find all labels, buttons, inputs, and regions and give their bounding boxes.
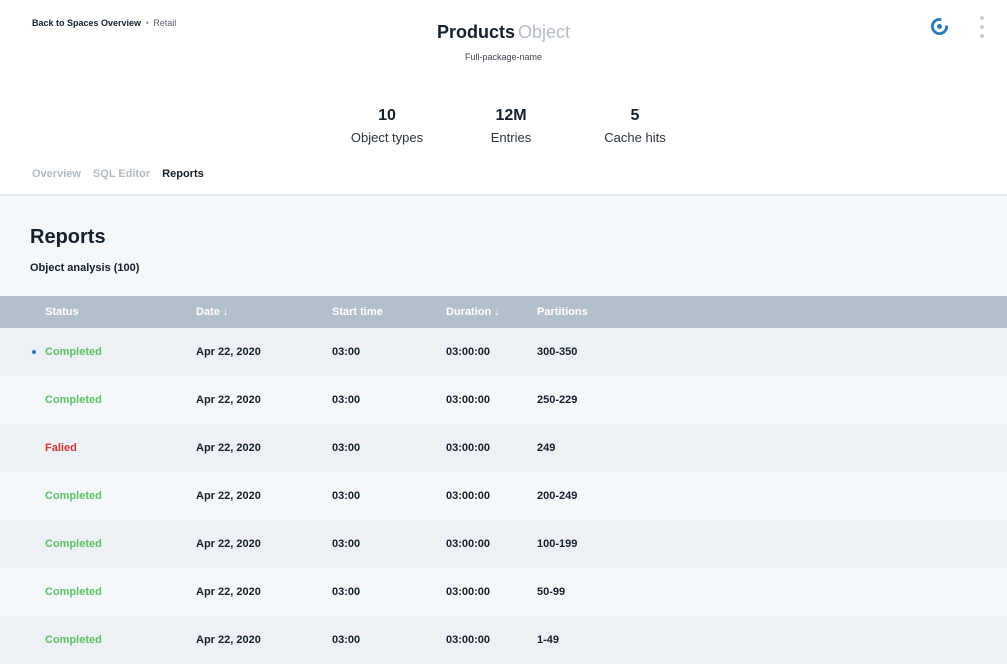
page-title: Products Object: [0, 22, 1007, 43]
app-logo-icon[interactable]: [930, 17, 949, 36]
duration-cell: 03:00:00: [446, 346, 491, 358]
header-panel: Back to Spaces Overview • Retail Product…: [0, 0, 1007, 196]
stat-object-types: 10 Object types: [322, 107, 452, 145]
reports-heading: Reports: [30, 226, 106, 248]
partitions-cell: 50-99: [537, 586, 566, 598]
column-partitions[interactable]: Partitions: [537, 296, 588, 328]
duration-cell: 03:00:00: [446, 490, 491, 502]
more-dot: [980, 16, 984, 20]
column-start-time[interactable]: Start time: [332, 296, 383, 328]
more-dot: [980, 25, 984, 29]
duration-cell: 03:00:00: [446, 586, 491, 598]
duration-cell: 03:00:00: [446, 442, 491, 454]
status-cell: Completed: [45, 394, 102, 406]
package-name: Full-package-name: [464, 52, 543, 62]
start-time-cell: 03:00: [332, 394, 361, 406]
date-cell: Apr 22, 2020: [196, 538, 261, 550]
partitions-cell: 250-229: [537, 394, 578, 406]
start-time-cell: 03:00: [332, 346, 361, 358]
status-cell: Completed: [45, 346, 102, 358]
column-date-sort[interactable]: Date ↓: [196, 296, 228, 328]
stat-label: Object types: [350, 130, 424, 145]
more-dot: [980, 34, 984, 38]
duration-cell: 03:00:00: [446, 538, 491, 550]
stat-value: 12M: [495, 107, 527, 124]
column-status[interactable]: Status: [45, 296, 79, 328]
reports-table-body: Completed Apr 22, 2020 03:00 03:00:00 30…: [0, 328, 1007, 664]
partitions-cell: 200-249: [537, 490, 578, 502]
partitions-cell: 249: [537, 442, 556, 454]
date-cell: Apr 22, 2020: [196, 394, 261, 406]
status-cell: Completed: [45, 490, 102, 502]
tab-bar: Overview SQL Editor Reports: [32, 168, 204, 180]
status-cell: Completed: [45, 538, 102, 550]
table-row[interactable]: Completed Apr 22, 2020 03:00 03:00:00 25…: [0, 376, 1007, 424]
selected-dot-icon: [32, 350, 36, 354]
start-time-cell: 03:00: [332, 586, 361, 598]
table-row[interactable]: Completed Apr 22, 2020 03:00 03:00:00 10…: [0, 520, 1007, 568]
reports-section: Reports Object analysis (100) Status Dat…: [0, 196, 1007, 664]
date-cell: Apr 22, 2020: [196, 442, 261, 454]
stat-label: Cache hits: [604, 130, 666, 145]
object-name: Products: [436, 22, 515, 42]
object-kind: Object: [517, 22, 571, 42]
tab-overview[interactable]: Overview: [32, 168, 81, 180]
tab-sql-editor[interactable]: SQL Editor: [93, 168, 150, 180]
table-row[interactable]: Falied Apr 22, 2020 03:00 03:00:00 249: [0, 424, 1007, 472]
date-cell: Apr 22, 2020: [196, 586, 261, 598]
table-row[interactable]: Completed Apr 22, 2020 03:00 03:00:00 30…: [0, 328, 1007, 376]
stat-value: 5: [630, 107, 640, 124]
start-time-cell: 03:00: [332, 538, 361, 550]
status-cell: Completed: [45, 586, 102, 598]
stat-value: 10: [378, 107, 396, 124]
start-time-cell: 03:00: [332, 442, 361, 454]
partitions-cell: 100-199: [537, 538, 578, 550]
more-vertical-icon[interactable]: [976, 16, 988, 38]
duration-cell: 03:00:00: [446, 394, 491, 406]
partitions-cell: 300-350: [537, 346, 578, 358]
stat-entries: 12M Entries: [446, 107, 576, 145]
status-cell: Falied: [45, 442, 77, 454]
table-row[interactable]: Completed Apr 22, 2020 03:00 03:00:00 20…: [0, 472, 1007, 520]
table-header: Status Date ↓ Start time Duration ↓ Part…: [0, 296, 1007, 328]
tab-reports[interactable]: Reports: [162, 168, 204, 180]
stat-label: Entries: [490, 130, 532, 145]
stat-cache-hits: 5 Cache hits: [570, 107, 700, 145]
column-duration-sort[interactable]: Duration ↓: [446, 296, 500, 328]
table-row[interactable]: Completed Apr 22, 2020 03:00 03:00:00 50…: [0, 568, 1007, 616]
date-cell: Apr 22, 2020: [196, 490, 261, 502]
reports-count: Object analysis (100): [30, 262, 140, 274]
date-cell: Apr 22, 2020: [196, 346, 261, 358]
start-time-cell: 03:00: [332, 490, 361, 502]
